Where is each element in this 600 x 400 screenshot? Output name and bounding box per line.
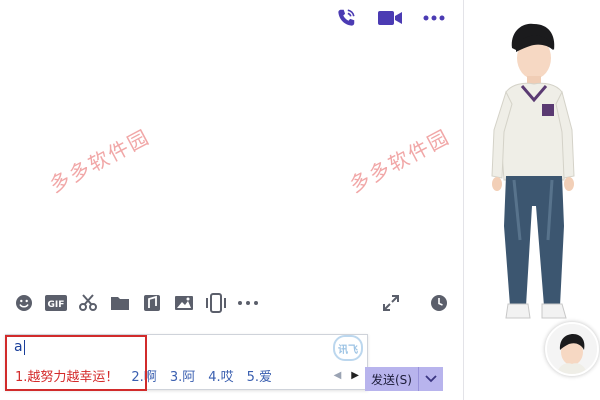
send-options-button[interactable] bbox=[418, 367, 443, 391]
ime-candidate[interactable]: 4.哎 bbox=[208, 366, 233, 385]
video-icon[interactable] bbox=[377, 6, 403, 30]
image-icon[interactable] bbox=[168, 292, 200, 314]
ime-next-page-icon[interactable]: ▶ bbox=[351, 370, 359, 381]
more-icon[interactable] bbox=[232, 292, 264, 314]
send-button[interactable]: 发送(S) bbox=[365, 367, 419, 391]
highlight-box bbox=[5, 335, 147, 391]
toolbar-right bbox=[375, 292, 455, 314]
top-actions bbox=[333, 6, 447, 30]
folder-icon[interactable] bbox=[104, 292, 136, 314]
profile-side-pane bbox=[464, 0, 600, 400]
ime-prev-page-icon[interactable]: ◀ bbox=[334, 370, 342, 381]
history-clock-icon[interactable] bbox=[423, 292, 455, 314]
ime-logo: 讯飞 bbox=[333, 335, 363, 361]
ime-candidate[interactable]: 3.阿 bbox=[170, 366, 195, 385]
character-show-image bbox=[491, 23, 575, 319]
ime-page-nav: ◀ ▶ bbox=[334, 370, 359, 381]
chevron-down-icon bbox=[425, 375, 437, 383]
ime-candidate[interactable]: 5.爱 bbox=[247, 366, 272, 385]
send-group: 发送(S) bbox=[365, 367, 443, 391]
svg-text:GIF: GIF bbox=[48, 300, 65, 310]
watermark: 多多软件园 bbox=[45, 124, 154, 198]
avatar[interactable] bbox=[545, 322, 599, 376]
expand-icon[interactable] bbox=[375, 292, 407, 314]
gif-icon[interactable]: GIF bbox=[40, 292, 72, 314]
chat-pane: 多多软件园 多多软件园 GIF a 讯飞 1.越努力越幸运！ 2.啊 3.阿 4… bbox=[0, 0, 464, 400]
more-icon[interactable] bbox=[421, 6, 447, 30]
music-icon[interactable] bbox=[136, 292, 168, 314]
message-toolbar: GIF bbox=[8, 291, 455, 315]
scissors-icon[interactable] bbox=[72, 292, 104, 314]
watermark: 多多软件园 bbox=[345, 124, 454, 198]
shake-icon[interactable] bbox=[200, 292, 232, 314]
phone-icon[interactable] bbox=[333, 6, 359, 30]
emoji-icon[interactable] bbox=[8, 292, 40, 314]
